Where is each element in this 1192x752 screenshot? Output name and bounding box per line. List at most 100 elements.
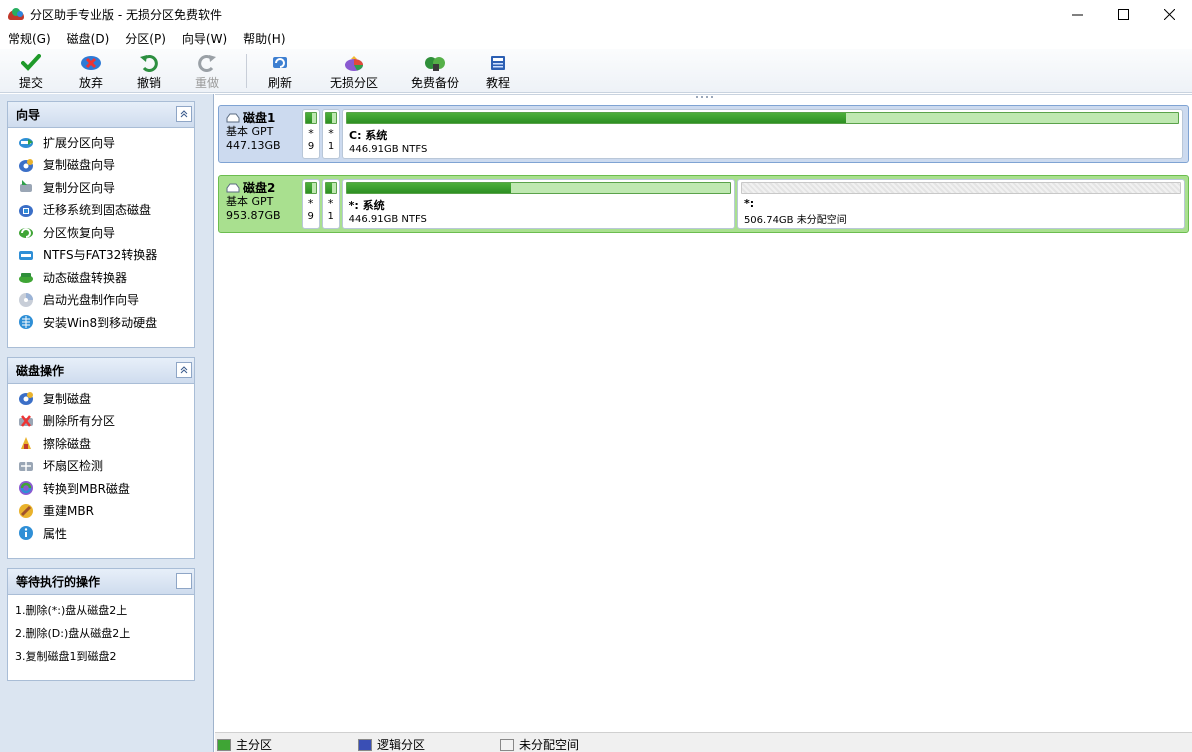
- disk-op-item-4[interactable]: 转换到MBR磁盘: [8, 477, 194, 500]
- disk-info: 磁盘1 基本 GPT 447.13GB: [222, 109, 300, 159]
- disk-op-item-label: 转换到MBR磁盘: [43, 481, 130, 496]
- refresh-icon: [269, 53, 291, 73]
- disk-op-item-0[interactable]: 复制磁盘: [8, 387, 194, 410]
- legend-bar: 主分区 逻辑分区 未分配空间: [215, 732, 1192, 752]
- wizard-panel-header: 向导: [8, 102, 194, 128]
- redo-button[interactable]: 重做: [178, 49, 236, 93]
- free-backup-button[interactable]: 免费备份: [405, 49, 465, 93]
- partition-recovery-icon: [18, 224, 34, 240]
- unallocated-block[interactable]: *: 506.74GB 未分配空间: [736, 179, 1186, 229]
- copy-disk-icon: [18, 390, 34, 406]
- wizard-list: 扩展分区向导 复制磁盘向导复制分区向导迁移系统到固态磁盘 分区恢复向导 NTFS与FA…: [8, 128, 194, 334]
- close-button[interactable]: [1146, 0, 1192, 29]
- wizard-item-label: 迁移系统到固态磁盘: [43, 203, 152, 218]
- bad-sector-icon: [18, 458, 34, 474]
- wizard-item-6[interactable]: 动态磁盘转换器: [8, 266, 194, 289]
- menu-bar: 常规(G) 磁盘(D) 分区(P) 向导(W) 帮助(H): [0, 29, 1192, 49]
- disk-row-2[interactable]: 磁盘2 基本 GPT 953.87GB * 9 * 1 *: 系统 446.91GB NTFS *…: [218, 175, 1189, 233]
- backup-icon: [424, 53, 446, 73]
- wizard-item-label: 启动光盘制作向导: [43, 293, 140, 308]
- legend-primary: 主分区: [217, 736, 272, 752]
- disk-name: 磁盘2: [226, 181, 296, 195]
- disk-row-1[interactable]: 磁盘1 基本 GPT 447.13GB * 9 * 1 C: 系统 446.91GB NTFS: [218, 105, 1189, 163]
- partition-block[interactable]: C: 系统 446.91GB NTFS: [342, 109, 1183, 159]
- wizard-item-0[interactable]: 扩展分区向导: [8, 131, 194, 154]
- minimize-button[interactable]: [1054, 0, 1100, 29]
- small-partition[interactable]: * 9: [302, 109, 320, 159]
- disk-op-item-2[interactable]: 擦除磁盘: [8, 432, 194, 455]
- commit-button[interactable]: 提交: [0, 49, 62, 93]
- rebuild-mbr-icon: [18, 503, 34, 519]
- copy-disk-icon: [18, 157, 34, 173]
- wizard-item-4[interactable]: 分区恢复向导: [8, 221, 194, 244]
- toolbar: 提交 放弃 撤销 重做 刷新 无损分区 免费备份 教程: [0, 49, 1192, 93]
- menu-wizard[interactable]: 向导(W): [174, 29, 235, 49]
- legend-unallocated: 未分配空间: [500, 736, 579, 752]
- disk-op-item-1[interactable]: 删除所有分区: [8, 410, 194, 433]
- windows-to-go-icon: [18, 314, 34, 330]
- wizard-item-label: 扩展分区向导: [43, 135, 116, 150]
- small-partition[interactable]: * 9: [301, 179, 320, 229]
- collapse-pending-button[interactable]: [176, 573, 192, 589]
- lossless-partition-button[interactable]: 无损分区: [303, 49, 405, 93]
- wizard-item-label: 动态磁盘转换器: [43, 270, 128, 285]
- wizard-item-2[interactable]: 复制分区向导: [8, 176, 194, 199]
- pending-op-item[interactable]: 3.复制磁盘1到磁盘2: [8, 644, 194, 667]
- undo-icon: [138, 53, 160, 73]
- menu-help[interactable]: 帮助(H): [235, 29, 293, 49]
- usage-bar: [325, 112, 337, 124]
- pending-op-item[interactable]: 1.删除(*:)盘从磁盘2上: [8, 598, 194, 621]
- legend-primary-swatch: [217, 738, 231, 751]
- wizard-item-label: 分区恢复向导: [43, 225, 116, 240]
- undo-button[interactable]: 撤销: [120, 49, 178, 93]
- wizard-item-5[interactable]: NTFS与FAT32转换器: [8, 244, 194, 267]
- disk-size: 953.87GB: [226, 209, 281, 222]
- disk-type: 基本 GPT: [226, 195, 274, 208]
- disk-type: 基本 GPT: [226, 125, 274, 138]
- toolbar-separator: [246, 54, 247, 88]
- small-partition[interactable]: * 1: [322, 109, 340, 159]
- checkmark-icon: [20, 53, 42, 73]
- disk-op-item-6[interactable]: 属性: [8, 522, 194, 545]
- extend-partition-icon: [18, 134, 34, 150]
- convert-mbr-icon: [18, 480, 34, 496]
- window-title: 分区助手专业版 - 无损分区免费软件: [30, 8, 222, 22]
- splitter-grip-icon[interactable]: [695, 95, 715, 99]
- usage-bar: [740, 182, 1182, 194]
- hard-disk-icon: [226, 113, 240, 123]
- wizard-item-7[interactable]: 启动光盘制作向导: [8, 289, 194, 312]
- wizard-item-label: NTFS与FAT32转换器: [43, 248, 158, 263]
- disk-op-item-label: 坏扇区检测: [43, 459, 104, 474]
- small-partition[interactable]: * 1: [321, 179, 340, 229]
- menu-disk[interactable]: 磁盘(D): [59, 29, 118, 49]
- refresh-button[interactable]: 刷新: [257, 49, 303, 93]
- partition-block[interactable]: *: 系统 446.91GB NTFS: [341, 179, 735, 229]
- legend-unallocated-swatch: [500, 738, 514, 751]
- maximize-button[interactable]: [1100, 0, 1146, 29]
- collapse-wizard-button[interactable]: [176, 106, 192, 122]
- menu-general[interactable]: 常规(G): [0, 29, 59, 49]
- wizard-item-3[interactable]: 迁移系统到固态磁盘: [8, 199, 194, 222]
- wizard-item-1[interactable]: 复制磁盘向导: [8, 154, 194, 177]
- collapse-disk-ops-button[interactable]: [176, 362, 192, 378]
- dynamic-disk-icon: [18, 269, 34, 285]
- wizard-item-8[interactable]: 安装Win8到移动硬盘: [8, 311, 194, 334]
- disk-name: 磁盘1: [226, 111, 296, 125]
- menu-partition[interactable]: 分区(P): [117, 29, 174, 49]
- wizard-item-label: 复制磁盘向导: [43, 158, 116, 173]
- disk-op-item-label: 擦除磁盘: [43, 436, 92, 451]
- copy-partition-icon: [18, 179, 34, 195]
- disk-info: 磁盘2 基本 GPT 953.87GB: [222, 179, 300, 229]
- migrate-os-icon: [18, 202, 34, 218]
- disk-size: 447.13GB: [226, 139, 281, 152]
- discard-button[interactable]: 放弃: [62, 49, 120, 93]
- redo-icon: [196, 53, 218, 73]
- pending-ops-panel-title: 等待执行的操作: [16, 575, 101, 589]
- disk-op-item-label: 重建MBR: [43, 504, 94, 519]
- tutorial-button[interactable]: 教程: [465, 49, 531, 93]
- pending-op-item[interactable]: 2.删除(D:)盘从磁盘2上: [8, 621, 194, 644]
- discard-icon: [80, 53, 102, 73]
- disk-op-item-5[interactable]: 重建MBR: [8, 500, 194, 523]
- disk-op-item-label: 复制磁盘: [43, 391, 92, 406]
- disk-op-item-3[interactable]: 坏扇区检测: [8, 455, 194, 478]
